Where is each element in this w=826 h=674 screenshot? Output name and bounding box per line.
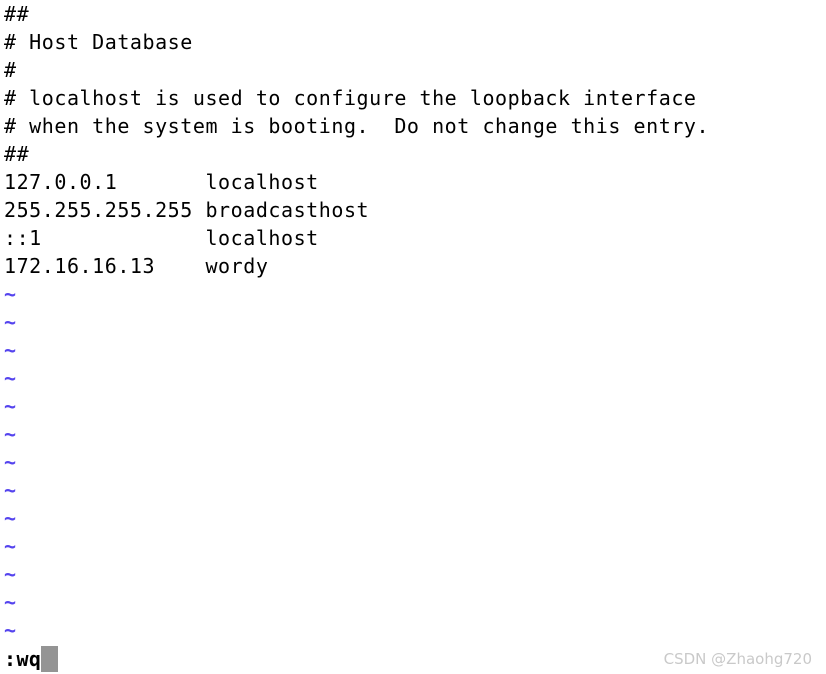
empty-line-marker: ~ bbox=[4, 478, 17, 502]
buffer-line: 127.0.0.1 localhost bbox=[4, 170, 319, 194]
buffer-line: ::1 localhost bbox=[4, 226, 319, 250]
empty-line-marker: ~ bbox=[4, 618, 17, 642]
buffer-line: # localhost is used to configure the loo… bbox=[4, 86, 697, 110]
empty-line-marker: ~ bbox=[4, 590, 17, 614]
empty-line-marker: ~ bbox=[4, 338, 17, 362]
status-bar: :wq CSDN @Zhaohg720 bbox=[0, 644, 826, 674]
editor-buffer[interactable]: ## # Host Database # # localhost is used… bbox=[0, 0, 826, 644]
empty-line-marker: ~ bbox=[4, 282, 17, 306]
buffer-line: # Host Database bbox=[4, 30, 193, 54]
watermark-label: CSDN @Zhaohg720 bbox=[663, 650, 812, 668]
empty-line-marker: ~ bbox=[4, 562, 17, 586]
buffer-line: ## bbox=[4, 2, 30, 26]
buffer-line: # bbox=[4, 58, 17, 82]
buffer-line: ## bbox=[4, 142, 30, 166]
empty-line-marker: ~ bbox=[4, 310, 17, 334]
empty-line-marker: ~ bbox=[4, 394, 17, 418]
empty-line-marker: ~ bbox=[4, 450, 17, 474]
text-cursor bbox=[41, 646, 59, 672]
command-line[interactable]: :wq bbox=[0, 645, 59, 673]
command-line-text: :wq bbox=[4, 647, 42, 671]
buffer-line: # when the system is booting. Do not cha… bbox=[4, 114, 710, 138]
buffer-line: 255.255.255.255 broadcasthost bbox=[4, 198, 370, 222]
empty-line-markers: ~ ~ ~ ~ ~ ~ ~ ~ ~ ~ ~ ~ ~ bbox=[0, 280, 826, 644]
empty-line-marker: ~ bbox=[4, 506, 17, 530]
empty-line-marker: ~ bbox=[4, 366, 17, 390]
vim-terminal-window[interactable]: ## # Host Database # # localhost is used… bbox=[0, 0, 826, 674]
buffer-line: 172.16.16.13 wordy bbox=[4, 254, 269, 278]
empty-line-marker: ~ bbox=[4, 534, 17, 558]
empty-line-marker: ~ bbox=[4, 422, 17, 446]
